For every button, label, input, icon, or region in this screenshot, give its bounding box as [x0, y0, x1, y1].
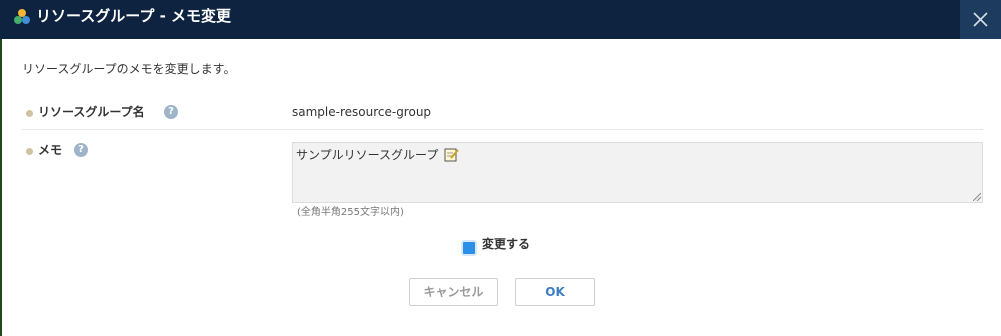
memo-label: メモ	[38, 143, 63, 157]
close-button[interactable]	[960, 0, 1001, 39]
resize-grip-icon[interactable]	[973, 193, 981, 201]
dialog-title: リソースグループ - メモ変更	[36, 7, 232, 25]
resource-group-name-value: sample-resource-group	[292, 105, 432, 119]
help-icon[interactable]: ?	[74, 143, 88, 157]
dialog-titlebar: リソースグループ - メモ変更	[0, 0, 1001, 39]
help-icon[interactable]: ?	[164, 105, 178, 119]
row-divider	[22, 129, 983, 130]
dialog-description: リソースグループのメモを変更します。	[22, 62, 236, 76]
frame-edge	[0, 39, 2, 336]
memo-value: サンプルリソースグループ	[296, 148, 439, 162]
ok-button[interactable]: OK	[515, 278, 595, 306]
resource-group-icon	[13, 8, 31, 26]
field-bullet	[26, 110, 33, 117]
cancel-button[interactable]: キャンセル	[409, 278, 498, 306]
close-icon	[973, 12, 988, 27]
memo-change-dialog: リソースグループ - メモ変更 リソースグループのメモを変更します。 リソースグ…	[0, 0, 1001, 336]
resource-group-name-label: リソースグループ名	[38, 105, 145, 119]
field-bullet	[26, 148, 33, 155]
memo-limit-hint: (全角半角255文字以内)	[297, 207, 404, 218]
edit-note-icon	[444, 147, 460, 167]
memo-textarea[interactable]: サンプルリソースグループ	[292, 142, 983, 203]
change-checkbox[interactable]	[461, 240, 477, 256]
change-checkbox-label[interactable]: 変更する	[482, 235, 530, 253]
